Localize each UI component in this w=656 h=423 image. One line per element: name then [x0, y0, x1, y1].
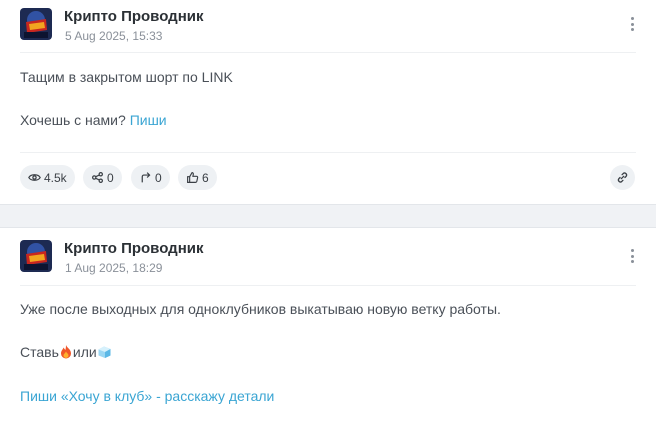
join-club-link[interactable]: Пиши «Хочу в клуб» - расскажу детали: [20, 388, 274, 404]
ice-emoji: [98, 346, 111, 358]
post-text-line: Тащим в закрытом шорт по LINK: [20, 69, 233, 85]
fire-emoji: [60, 345, 71, 359]
post-text: Ставь: [20, 344, 59, 360]
post-text-line: Пиши «Хочу в клуб» - расскажу детали: [20, 388, 274, 404]
post-text: Хочешь с нами?: [20, 112, 130, 128]
views-counter[interactable]: 4.5k: [20, 165, 75, 190]
more-vertical-icon[interactable]: [626, 246, 638, 266]
post-date: 1 Aug 2025, 18:29: [65, 261, 163, 275]
likes-count: 6: [202, 170, 209, 185]
copy-link-button[interactable]: [610, 165, 635, 190]
divider: [20, 285, 636, 286]
author-name[interactable]: Крипто Проводник: [64, 240, 203, 257]
repost-button[interactable]: 0: [131, 165, 170, 190]
reposts-count: 0: [155, 170, 162, 185]
post-card: Крипто Проводник 5 Aug 2025, 15:33 Тащим…: [0, 0, 656, 204]
divider: [20, 152, 636, 153]
author-name[interactable]: Крипто Проводник: [64, 8, 203, 25]
share-icon: [92, 172, 103, 183]
divider: [20, 52, 636, 53]
eye-icon: [28, 174, 41, 181]
repost-icon: [141, 172, 151, 183]
post-separator: [0, 204, 656, 228]
post-date: 5 Aug 2025, 15:33: [65, 29, 163, 43]
avatar[interactable]: [20, 8, 52, 40]
link-icon: [617, 172, 628, 183]
avatar[interactable]: [20, 240, 52, 272]
share-button[interactable]: 0: [83, 165, 122, 190]
post-text-line: Ставь или: [20, 344, 112, 360]
post-text: или: [72, 344, 97, 360]
post-card: Крипто Проводник 1 Aug 2025, 18:29 Уже п…: [0, 228, 656, 423]
post-text-line: Уже после выходных для одноклубников вык…: [20, 301, 501, 317]
views-count: 4.5k: [44, 170, 67, 185]
shares-count: 0: [107, 170, 114, 185]
more-vertical-icon[interactable]: [626, 14, 638, 34]
thumbs-up-icon: [187, 172, 199, 183]
post-text-line: Хочешь с нами? Пиши: [20, 112, 167, 128]
like-button[interactable]: 6: [178, 165, 217, 190]
write-link[interactable]: Пиши: [130, 112, 167, 128]
